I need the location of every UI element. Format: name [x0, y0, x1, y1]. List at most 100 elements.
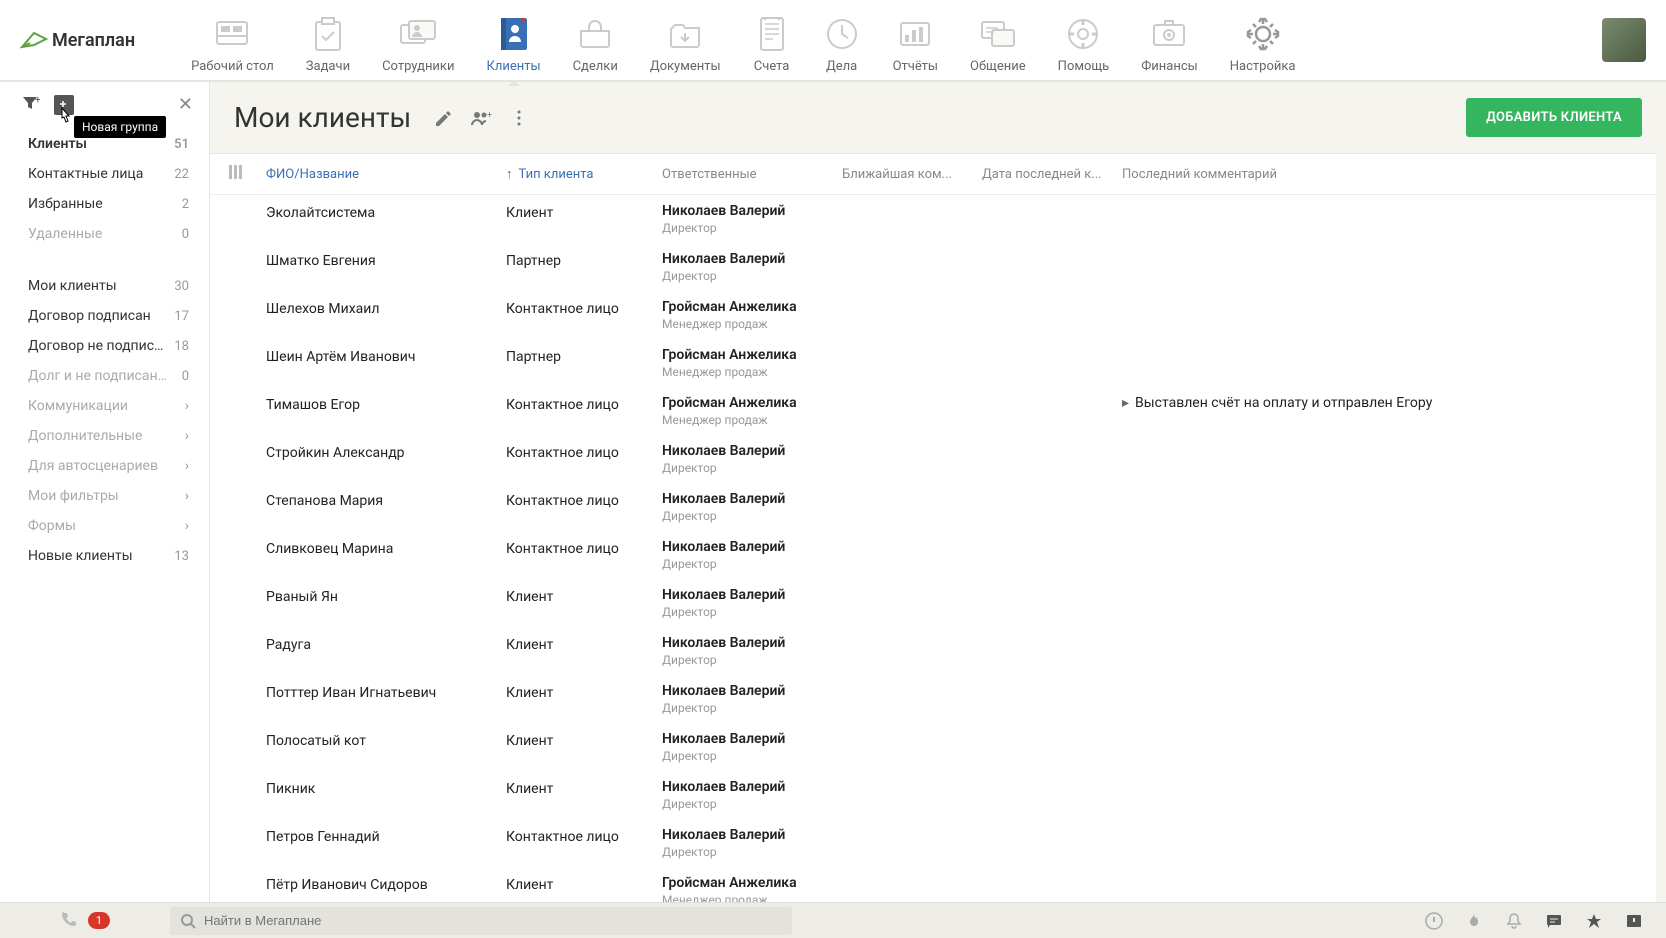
table-row[interactable]: РадугаКлиентНиколаев ВалерийДиректор — [210, 627, 1656, 675]
th-type[interactable]: ↑Тип клиента — [506, 166, 662, 182]
cell-name: Потттер Иван Игнатьевич — [266, 683, 506, 701]
add-group-icon[interactable] — [54, 95, 74, 115]
nav-сотрудники[interactable]: Сотрудники — [366, 7, 470, 74]
sidebar-item-count: 2 — [182, 197, 189, 212]
chevron-right-icon: › — [185, 398, 189, 414]
nav-помощь[interactable]: Помощь — [1042, 7, 1126, 74]
sidebar-item[interactable]: Договор не подписан18 — [0, 331, 209, 361]
alert-icon[interactable] — [1414, 912, 1454, 930]
nav-настройка[interactable]: Настройка — [1214, 7, 1312, 74]
cell-responsible: Николаев ВалерийДиректор — [662, 203, 842, 235]
sidebar-item-label: Новые клиенты — [28, 548, 133, 564]
tooltip-new-group: Новая группа — [74, 116, 166, 138]
sidebar-item[interactable]: Мои клиенты30 — [0, 271, 209, 301]
user-avatar[interactable] — [1602, 18, 1646, 62]
add-client-button[interactable]: ДОБАВИТЬ КЛИЕНТА — [1466, 98, 1642, 137]
cell-type: Контактное лицо — [506, 299, 662, 317]
table-row[interactable]: Стройкин АлександрКонтактное лицоНиколае… — [210, 435, 1656, 483]
global-search[interactable] — [170, 907, 792, 935]
table-row[interactable]: Тимашов ЕгорКонтактное лицоГройсман Анже… — [210, 387, 1656, 435]
table-row[interactable]: ПикникКлиентНиколаев ВалерийДиректор — [210, 771, 1656, 819]
sidebar-item-label: Контактные лица — [28, 166, 143, 182]
cell-responsible: Николаев ВалерийДиректор — [662, 827, 842, 859]
search-input[interactable] — [204, 913, 782, 928]
table-row[interactable]: Шелехов МихаилКонтактное лицоГройсман Ан… — [210, 291, 1656, 339]
cell-type: Партнер — [506, 347, 662, 365]
table-row[interactable]: Степанова МарияКонтактное лицоНиколаев В… — [210, 483, 1656, 531]
cell-type: Контактное лицо — [506, 539, 662, 557]
sidebar-item[interactable]: Формы › — [0, 511, 209, 541]
nav-сделки[interactable]: Сделки — [557, 7, 634, 74]
table-row[interactable]: Шматко ЕвгенияПартнерНиколаев ВалерийДир… — [210, 243, 1656, 291]
nav-label: Сделки — [573, 59, 618, 74]
cell-responsible: Николаев ВалерийДиректор — [662, 251, 842, 283]
chevron-right-icon: › — [185, 458, 189, 474]
sidebar-item-label: Удаленные — [28, 226, 102, 242]
chevron-right-icon: › — [185, 518, 189, 534]
nav-задачи[interactable]: Задачи — [290, 7, 366, 74]
nav-label: Общение — [970, 59, 1026, 74]
sidebar-item[interactable]: Избранные2 — [0, 189, 209, 219]
cell-type: Контактное лицо — [506, 443, 662, 461]
nav-общение[interactable]: Общение — [954, 7, 1042, 74]
table-row[interactable]: Сливковец МаринаКонтактное лицоНиколаев … — [210, 531, 1656, 579]
nav-label: Документы — [650, 59, 721, 74]
nav-icon — [666, 15, 704, 53]
sidebar-item[interactable]: Коммуникации› — [0, 391, 209, 421]
table-row[interactable]: ЭколайтсистемаКлиентНиколаев ВалерийДире… — [210, 195, 1656, 243]
th-last-comment[interactable]: Последний комментарий — [1122, 167, 1656, 182]
table-row[interactable]: Рваный ЯнКлиентНиколаев ВалерийДиректор — [210, 579, 1656, 627]
cell-type: Клиент — [506, 875, 662, 893]
fire-icon[interactable] — [1454, 912, 1494, 930]
bell-icon[interactable] — [1494, 912, 1534, 930]
cell-responsible: Николаев ВалерийДиректор — [662, 539, 842, 571]
cell-name: Петров Геннадий — [266, 827, 506, 845]
cell-responsible: Гройсман АнжеликаМенеджер продаж — [662, 395, 842, 427]
table-row[interactable]: Потттер Иван ИгнатьевичКлиентНиколаев Ва… — [210, 675, 1656, 723]
table-row[interactable]: Шеин Артём ИвановичПартнерГройсман Анжел… — [210, 339, 1656, 387]
nav-рабочий стол[interactable]: Рабочий стол — [175, 7, 290, 74]
more-menu-icon[interactable] — [505, 104, 533, 132]
nav-отчёты[interactable]: Отчёты — [877, 7, 954, 74]
logo[interactable]: Мегаплан — [20, 29, 135, 51]
table-row[interactable]: Полосатый котКлиентНиколаев ВалерийДирек… — [210, 723, 1656, 771]
nav-счета[interactable]: Счета — [737, 7, 807, 74]
nav-финансы[interactable]: Финансы — [1125, 7, 1214, 74]
table-row[interactable]: Петров ГеннадийКонтактное лицоНиколаев В… — [210, 819, 1656, 867]
th-last-date[interactable]: Дата последней к... — [982, 167, 1122, 182]
sidebar-item[interactable]: Для автосценариев› — [0, 451, 209, 481]
nav-документы[interactable]: Документы — [634, 7, 737, 74]
cell-responsible: Николаев ВалерийДиректор — [662, 731, 842, 763]
nav-дела[interactable]: Дела — [807, 7, 877, 74]
sidebar-item-label: Формы — [28, 518, 76, 534]
edit-icon[interactable] — [429, 104, 457, 132]
share-group-icon[interactable]: + — [467, 104, 495, 132]
sidebar-item[interactable]: Мои фильтры› — [0, 481, 209, 511]
sidebar-item[interactable]: Контактные лица22 — [0, 159, 209, 189]
table-row[interactable]: Пётр Иванович СидоровКлиентГройсман Анже… — [210, 867, 1656, 902]
sidebar-item[interactable]: Дополнительные› — [0, 421, 209, 451]
columns-config-icon[interactable] — [228, 164, 252, 184]
cell-type: Клиент — [506, 779, 662, 797]
sidebar-item[interactable]: Долг и не подписан до...0 — [0, 361, 209, 391]
th-responsible[interactable]: Ответственные — [662, 167, 842, 182]
nav-клиенты[interactable]: Клиенты — [470, 7, 556, 74]
chat-icon[interactable] — [1534, 912, 1574, 930]
star-icon[interactable] — [1574, 912, 1614, 930]
filter-icon[interactable]: + — [22, 95, 42, 115]
close-sidebar-icon[interactable]: ✕ — [178, 94, 193, 115]
cell-responsible: Николаев ВалерийДиректор — [662, 491, 842, 523]
nav-icon — [1244, 15, 1282, 53]
sidebar-item-label: Договор подписан — [28, 308, 151, 324]
svg-text:+: + — [35, 95, 40, 106]
cell-name: Тимашов Егор — [266, 395, 506, 413]
sidebar-item[interactable]: Удаленные0 — [0, 219, 209, 249]
th-next-comm[interactable]: Ближайшая ком... — [842, 167, 982, 182]
cell-responsible: Гройсман АнжеликаМенеджер продаж — [662, 875, 842, 902]
nav-icon — [213, 15, 251, 53]
announcement-icon[interactable] — [1614, 912, 1654, 930]
th-name[interactable]: ФИО/Название — [266, 167, 506, 182]
phone-icon[interactable] — [60, 910, 78, 932]
sidebar-item[interactable]: Договор подписан17 — [0, 301, 209, 331]
sidebar-item[interactable]: Новые клиенты13 — [0, 541, 209, 571]
